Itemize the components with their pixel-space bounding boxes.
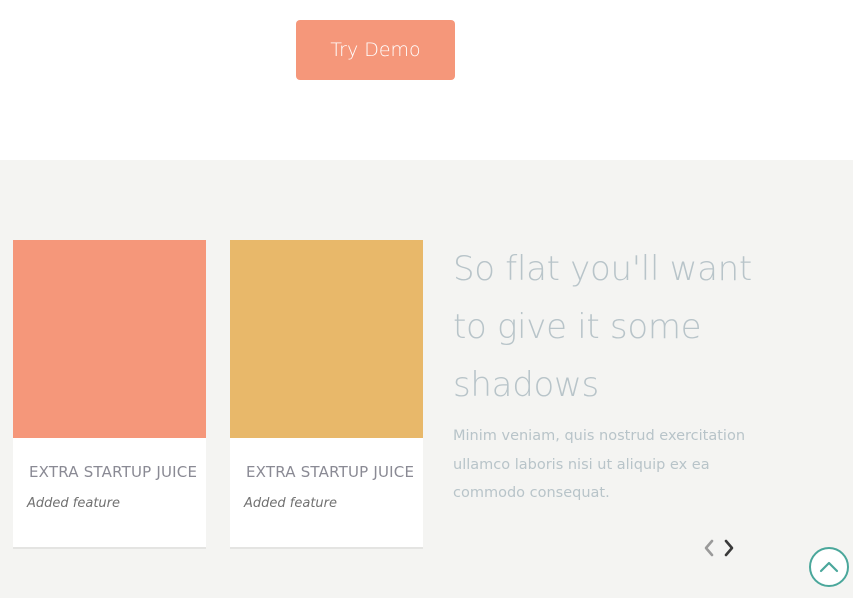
chevron-right-icon[interactable] — [722, 537, 736, 559]
chevron-up-icon — [818, 560, 840, 574]
try-demo-button[interactable]: Try Demo — [296, 20, 455, 80]
feature-headline: So flat you'll want to give it some shad… — [453, 249, 752, 405]
feature-description: Minim veniam, quis nostrud exercitation … — [453, 428, 746, 501]
card-subtitle: Added feature — [27, 496, 120, 511]
scroll-to-top-button[interactable] — [809, 547, 849, 587]
feature-card[interactable]: EXTRA STARTUP JUICE Added feature — [13, 240, 206, 547]
card-title: EXTRA STARTUP JUICE — [29, 463, 198, 481]
demo-section: Try Demo — [0, 0, 853, 160]
feature-card[interactable]: EXTRA STARTUP JUICE Added feature — [230, 240, 423, 547]
features-section: EXTRA STARTUP JUICE Added feature EXTRA … — [0, 160, 853, 598]
card-image — [13, 240, 206, 438]
card-subtitle: Added feature — [244, 496, 337, 511]
card-image — [230, 240, 423, 438]
page: Try Demo EXTRA STARTUP JUICE Added featu… — [0, 0, 853, 598]
carousel-controls — [702, 534, 736, 562]
card-title: EXTRA STARTUP JUICE — [246, 463, 415, 481]
chevron-left-icon[interactable] — [702, 537, 716, 559]
